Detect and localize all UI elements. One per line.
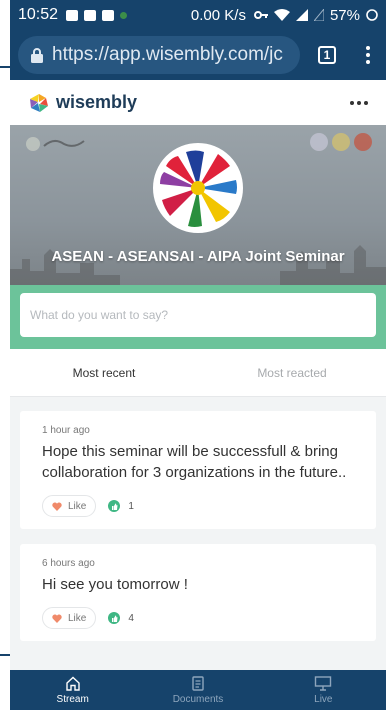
kebab-menu-icon xyxy=(366,46,370,50)
more-dot xyxy=(364,100,368,105)
border-mark xyxy=(0,66,10,68)
heart-icon xyxy=(52,502,62,511)
battery-icon xyxy=(366,9,378,21)
nav-label: Documents xyxy=(172,693,224,705)
wifi-icon xyxy=(273,9,290,21)
like-button[interactable]: Like xyxy=(42,607,97,629)
bottom-navigation: Stream Documents Live xyxy=(10,670,386,710)
document-icon xyxy=(192,675,204,691)
nav-live[interactable]: Live xyxy=(261,670,386,710)
tab-most-recent[interactable]: Most recent xyxy=(10,349,198,396)
partner-logo-icon xyxy=(310,133,328,151)
signal-empty-icon xyxy=(313,9,324,21)
partner-logo-icon xyxy=(332,133,350,151)
notification-icons xyxy=(66,9,128,21)
partner-logos-right xyxy=(310,133,372,151)
thumbs-up-icon xyxy=(108,612,121,624)
phone-screen: 10:52 0.00 K/s 57% https://app.wisembly.… xyxy=(10,0,386,710)
post-text: Hope this seminar will be successfull & … xyxy=(42,443,347,481)
feed-tabs: Most recent Most reacted xyxy=(10,349,386,397)
wisembly-logo-icon xyxy=(30,93,48,112)
kebab-dot xyxy=(366,53,370,57)
home-icon xyxy=(65,676,80,691)
post-actions: Like 4 xyxy=(42,607,354,629)
status-bar: 10:52 0.00 K/s 57% xyxy=(10,0,386,30)
post-actions: Like 1 xyxy=(42,495,354,517)
gmail-notification-icon xyxy=(84,9,97,21)
more-dot xyxy=(357,100,361,105)
status-dot-icon xyxy=(120,11,128,19)
presentation-icon xyxy=(315,675,332,691)
url-bar[interactable]: https://app.wisembly.com/jc xyxy=(18,36,300,74)
border-mark xyxy=(0,654,10,656)
like-button[interactable]: Like xyxy=(42,495,97,517)
network-speed: 0.00 K/s xyxy=(190,6,246,24)
reaction-count: 4 xyxy=(128,612,134,624)
url-text: https://app.wisembly.com/jc xyxy=(52,44,283,65)
event-avatar xyxy=(153,143,243,233)
reaction-counter[interactable]: 1 xyxy=(108,500,134,512)
tab-most-reacted[interactable]: Most reacted xyxy=(198,349,386,396)
vpn-key-icon xyxy=(253,11,268,19)
battery-level: 57% xyxy=(329,6,360,24)
status-time: 10:52 xyxy=(18,6,59,23)
partner-logo-left xyxy=(26,137,85,151)
post-text: Hi see you tomorrow ! xyxy=(42,576,188,593)
app-header: wisembly xyxy=(10,80,386,125)
composer-box[interactable] xyxy=(20,293,376,337)
message-notification-icon xyxy=(102,9,115,21)
lock-icon xyxy=(31,48,43,63)
tab-switcher-button[interactable]: 1 xyxy=(318,46,336,64)
post-card: 6 hours ago Hi see you tomorrow ! Like 4 xyxy=(20,544,376,641)
composer-area xyxy=(10,285,386,349)
reaction-count: 1 xyxy=(128,500,134,512)
nav-label: Live xyxy=(314,693,333,705)
facebook-notification-icon xyxy=(66,9,79,21)
system-icons: 57% xyxy=(253,6,378,24)
kebab-dot xyxy=(366,60,370,64)
app-logo-text: wisembly xyxy=(56,92,138,112)
post-feed: 1 hour ago Hope this seminar will be suc… xyxy=(10,397,386,641)
signal-icon xyxy=(295,9,308,21)
screenshot-border xyxy=(0,0,10,710)
browser-toolbar: https://app.wisembly.com/jc 1 xyxy=(10,30,386,80)
nav-stream[interactable]: Stream xyxy=(10,670,135,710)
partner-logo-icon xyxy=(354,133,372,151)
like-label: Like xyxy=(68,500,87,512)
event-banner: ASEAN - ASEANSAI - AIPA Joint Seminar xyxy=(10,125,386,285)
post-card: 1 hour ago Hope this seminar will be suc… xyxy=(20,411,376,529)
event-title: ASEAN - ASEANSAI - AIPA Joint Seminar xyxy=(51,248,345,265)
more-horizontal-icon xyxy=(350,100,354,105)
post-time: 6 hours ago xyxy=(42,558,95,569)
like-label: Like xyxy=(68,612,87,624)
heart-icon xyxy=(52,614,62,623)
browser-menu-button[interactable] xyxy=(358,46,378,64)
asean-event-logo xyxy=(156,146,240,230)
post-message-input[interactable] xyxy=(30,308,366,322)
nav-documents[interactable]: Documents xyxy=(135,670,260,710)
reaction-counter[interactable]: 4 xyxy=(108,612,134,624)
post-time: 1 hour ago xyxy=(42,425,90,436)
nav-label: Stream xyxy=(56,693,89,705)
more-options-button[interactable] xyxy=(350,100,368,105)
thumbs-up-icon xyxy=(108,500,121,512)
